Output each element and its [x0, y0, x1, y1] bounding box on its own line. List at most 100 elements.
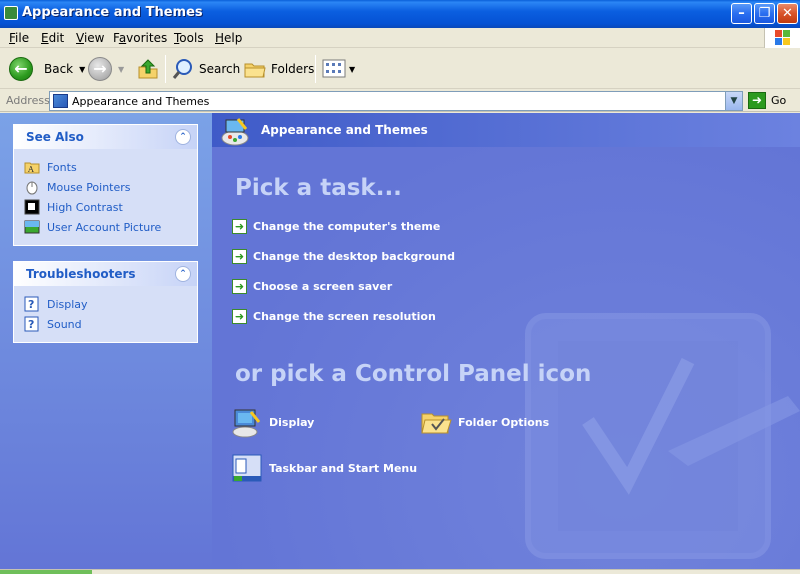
minimize-icon: – [738, 6, 745, 21]
see-also-user-account-picture[interactable]: User Account Picture [24, 217, 197, 237]
pick-icon-heading: or pick a Control Panel icon [235, 361, 592, 387]
category-title: Appearance and Themes [261, 123, 428, 137]
collapse-chevron-icon[interactable]: ⌃ [175, 129, 191, 145]
forward-arrow-icon: → [88, 57, 112, 81]
cp-icon-display[interactable]: Display [231, 406, 314, 438]
minimize-button[interactable]: – [731, 3, 752, 24]
task-arrow-icon: ➜ [232, 279, 247, 294]
menu-help[interactable]: Help [215, 31, 242, 45]
see-also-title: See Also [26, 130, 84, 144]
svg-text:?: ? [28, 298, 34, 311]
search-icon [172, 59, 192, 79]
go-arrow-icon: ➜ [748, 92, 766, 109]
task-change-background[interactable]: ➜ Change the desktop background [232, 249, 455, 264]
windows-flag-icon [775, 30, 791, 46]
forward-button[interactable]: → ▼ [88, 55, 124, 83]
taskbar-icon [231, 452, 263, 484]
see-also-mouse-pointers[interactable]: Mouse Pointers [24, 177, 197, 197]
folders-button[interactable]: Folders [243, 55, 314, 83]
menu-tools[interactable]: Tools [174, 31, 204, 45]
svg-text:A: A [27, 165, 34, 174]
window-title: Appearance and Themes [22, 5, 203, 20]
address-bar: Address Appearance and Themes ▼ ➜ Go [0, 90, 800, 112]
task-pane: See Also ⌃ A Fonts Mouse Pointers High C… [0, 113, 212, 569]
close-button[interactable]: ✕ [777, 3, 798, 24]
menu-view[interactable]: View [76, 31, 104, 45]
cp-folder-options-label: Folder Options [458, 415, 550, 429]
menu-favorites[interactable]: Favorites [113, 31, 167, 45]
close-icon: ✕ [782, 6, 793, 21]
back-label: Back [44, 62, 74, 76]
high-contrast-icon [24, 199, 40, 215]
task-screen-saver[interactable]: ➜ Choose a screen saver [232, 279, 392, 294]
back-button[interactable]: ← Back ▼ [9, 55, 85, 83]
pick-task-heading: Pick a task... [235, 175, 402, 201]
views-icon [322, 59, 346, 78]
user-picture-icon [24, 219, 40, 235]
troubleshooter-display-label: Display [47, 297, 88, 311]
see-also-high-contrast[interactable]: High Contrast [24, 197, 197, 217]
cp-taskbar-label: Taskbar and Start Menu [269, 461, 418, 475]
see-also-mouse-label: Mouse Pointers [47, 180, 131, 194]
see-also-fonts-label: Fonts [47, 160, 77, 174]
help-icon: ? [24, 316, 40, 332]
status-bar [0, 569, 800, 574]
troubleshooter-sound[interactable]: ? Sound [24, 314, 197, 334]
address-label: Address [6, 94, 50, 107]
title-bar[interactable]: Appearance and Themes – ❐ ✕ [0, 0, 800, 28]
fonts-folder-icon: A [24, 159, 40, 175]
views-dropdown-icon[interactable]: ▼ [349, 65, 355, 74]
troubleshooter-sound-label: Sound [47, 317, 82, 331]
see-also-fonts[interactable]: A Fonts [24, 157, 197, 177]
troubleshooters-panel: Troubleshooters ⌃ ? Display ? Sound [13, 261, 198, 343]
cp-icon-taskbar[interactable]: Taskbar and Start Menu [231, 452, 417, 484]
see-also-picture-label: User Account Picture [47, 220, 162, 234]
menu-bar: File Edit View Favorites Tools Help [0, 28, 800, 48]
maximize-button[interactable]: ❐ [754, 3, 775, 24]
mouse-icon [24, 179, 40, 195]
troubleshooter-display[interactable]: ? Display [24, 294, 197, 314]
back-arrow-icon: ← [9, 57, 33, 81]
troubleshooters-title: Troubleshooters [26, 267, 136, 281]
go-button[interactable]: ➜ Go [748, 92, 786, 109]
task-change-theme[interactable]: ➜ Change the computer's theme [232, 219, 440, 234]
address-value: Appearance and Themes [72, 95, 210, 108]
control-panel-icon [53, 94, 68, 108]
back-dropdown-icon[interactable]: ▼ [79, 65, 85, 74]
task-change-theme-label: Change the computer's theme [253, 220, 441, 233]
troubleshooters-header[interactable]: Troubleshooters ⌃ [14, 262, 197, 286]
address-dropdown-icon[interactable]: ▼ [725, 92, 742, 110]
display-icon [231, 406, 263, 438]
search-label: Search [199, 62, 241, 76]
address-input[interactable]: Appearance and Themes ▼ [49, 91, 743, 111]
folders-icon [244, 63, 266, 78]
see-also-header[interactable]: See Also ⌃ [14, 125, 197, 149]
task-screen-resolution-label: Change the screen resolution [253, 310, 436, 323]
up-folder-button[interactable] [136, 55, 160, 83]
task-change-background-label: Change the desktop background [253, 250, 455, 263]
task-arrow-icon: ➜ [232, 219, 247, 234]
views-button[interactable]: ▼ [322, 55, 355, 83]
help-icon: ? [24, 296, 40, 312]
task-arrow-icon: ➜ [232, 249, 247, 264]
task-screen-saver-label: Choose a screen saver [253, 280, 393, 293]
folder-options-icon [420, 406, 452, 438]
go-label: Go [771, 94, 787, 107]
menu-edit[interactable]: Edit [41, 31, 64, 45]
forward-dropdown-icon[interactable]: ▼ [118, 65, 124, 74]
checkmark-watermark-icon [525, 313, 800, 559]
start-button-edge[interactable] [0, 570, 92, 574]
svg-text:?: ? [28, 318, 34, 331]
window-app-icon [4, 6, 18, 20]
toolbar: ← Back ▼ → ▼ Search Folders ▼ [0, 49, 800, 89]
up-folder-icon [138, 59, 158, 79]
main-content: Appearance and Themes Pick a task... ➜ C… [212, 113, 800, 569]
folders-label: Folders [271, 62, 315, 76]
maximize-icon: ❐ [758, 6, 771, 21]
category-header: Appearance and Themes [212, 113, 800, 147]
menu-file[interactable]: File [9, 31, 29, 45]
cp-icon-folder-options[interactable]: Folder Options [420, 406, 549, 438]
collapse-chevron-icon[interactable]: ⌃ [175, 266, 191, 282]
task-screen-resolution[interactable]: ➜ Change the screen resolution [232, 309, 436, 324]
search-button[interactable]: Search [171, 55, 240, 83]
